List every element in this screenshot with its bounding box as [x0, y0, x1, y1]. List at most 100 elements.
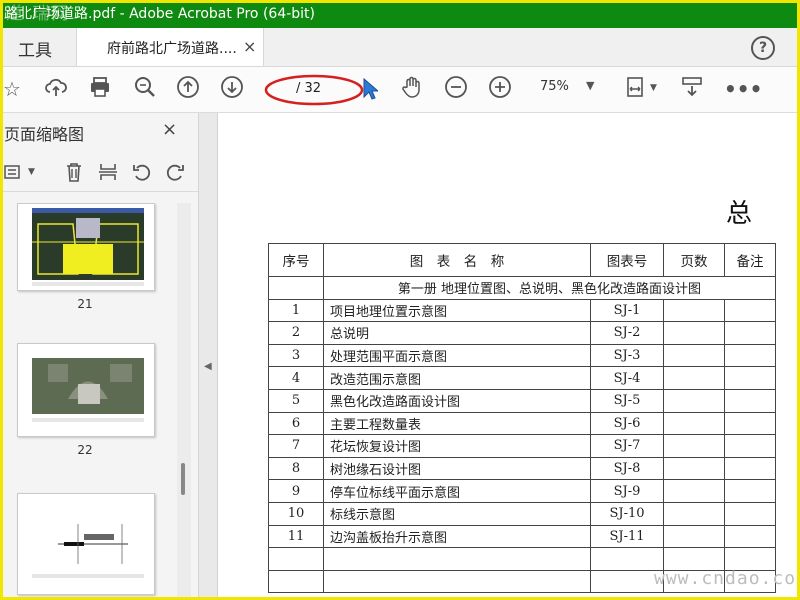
page-number-22: 22 — [77, 443, 93, 457]
header-number: 序号 — [268, 243, 324, 277]
row-remarks — [724, 479, 776, 503]
delete-page-icon[interactable] — [62, 161, 86, 185]
row-number: 10 — [268, 501, 324, 526]
help-icon[interactable]: ? — [751, 36, 775, 60]
fit-dropdown-icon[interactable]: ▼ — [650, 83, 657, 93]
options-dropdown-icon[interactable]: ▼ — [28, 167, 35, 177]
rotate-left-icon[interactable] — [130, 161, 154, 185]
more-tools-icon[interactable]: ••• — [724, 75, 762, 103]
table-row: 2 总说明 SJ-2 — [268, 321, 776, 345]
row-code: SJ-4 — [590, 366, 664, 390]
table-row: 11 边沟盖板抬升示意图 SJ-11 — [268, 524, 776, 549]
row-pages — [663, 479, 725, 503]
row-pages — [663, 366, 725, 390]
row-number: 5 — [268, 388, 324, 413]
row-name: 处理范围平面示意图 — [323, 343, 591, 368]
thumbnail-list: 21 22 — [0, 203, 172, 600]
table-header-row: 序号 图 表 名 称 图表号 页数 备注 — [268, 243, 776, 277]
section-row: 第一册 地理位置图、总说明、黑色化改造路面设计图 — [268, 276, 776, 300]
page-thumbnail-22[interactable] — [17, 343, 155, 437]
row-pages — [663, 343, 725, 368]
panel-splitter[interactable]: ◀ — [199, 113, 218, 600]
row-code: SJ-5 — [590, 388, 664, 413]
next-page-icon[interactable] — [218, 75, 246, 103]
zoom-in-icon[interactable] — [486, 75, 514, 103]
row-code: SJ-2 — [590, 321, 664, 345]
page-thumbnail-23[interactable] — [17, 493, 155, 595]
row-number: 6 — [268, 411, 324, 436]
close-panel-icon[interactable]: × — [162, 119, 177, 140]
search-icon[interactable] — [131, 75, 159, 103]
row-number: 7 — [268, 434, 324, 458]
title-bar: 路北广场道路.pdf - Adobe Acrobat Pro (64-bit) … — [0, 0, 800, 28]
previous-page-icon[interactable] — [174, 75, 202, 103]
row-name: 黑色化改造路面设计图 — [323, 388, 591, 413]
row-code: SJ-1 — [590, 298, 664, 323]
hand-tool-icon[interactable] — [398, 75, 426, 103]
empty-table-row — [268, 547, 776, 571]
table-row: 1 项目地理位置示意图 SJ-1 — [268, 298, 776, 323]
scrollbar-thumb[interactable] — [181, 463, 185, 495]
document-tab-label: 府前路北广场道路.... — [107, 41, 237, 57]
row-code: SJ-8 — [590, 456, 664, 481]
zoom-out-icon[interactable] — [442, 75, 470, 103]
collapse-panel-icon[interactable]: ◀ — [204, 361, 212, 372]
table-row: 7 花坛恢复设计图 SJ-7 — [268, 434, 776, 458]
document-heading: 总 — [726, 199, 753, 229]
row-name: 树池缘石设计图 — [323, 456, 591, 481]
page-number-21: 21 — [77, 297, 93, 311]
row-code: SJ-3 — [590, 343, 664, 368]
table-row: 8 树池缘石设计图 SJ-8 — [268, 456, 776, 481]
row-remarks — [724, 366, 776, 390]
row-remarks — [724, 434, 776, 458]
row-pages — [663, 298, 725, 323]
table-row: 10 标线示意图 SJ-10 — [268, 501, 776, 526]
document-tab[interactable]: 府前路北广场道路.... × — [76, 28, 264, 66]
rotate-right-icon[interactable] — [163, 161, 187, 185]
table-row: 9 停车位标线平面示意图 SJ-9 — [268, 479, 776, 503]
table-row: 5 黑色化改造路面设计图 SJ-5 — [268, 388, 776, 413]
thumbnail-options-icon[interactable] — [2, 161, 26, 185]
row-number: 4 — [268, 366, 324, 390]
fit-page-icon[interactable] — [622, 75, 650, 103]
row-code: SJ-7 — [590, 434, 664, 458]
row-pages — [663, 434, 725, 458]
print-icon[interactable] — [86, 75, 114, 103]
row-code: SJ-10 — [590, 501, 664, 526]
row-name: 标线示意图 — [323, 501, 591, 526]
row-name: 项目地理位置示意图 — [323, 298, 591, 323]
table-row: 6 主要工程数量表 SJ-6 — [268, 411, 776, 436]
cloud-upload-icon[interactable] — [42, 75, 70, 103]
document-view[interactable]: 总 序号 图 表 名 称 图表号 页数 备注 第一册 地理位置图、总说明、黑色化… — [218, 113, 800, 600]
row-number: 3 — [268, 343, 324, 368]
row-code: SJ-11 — [590, 524, 664, 549]
row-remarks — [724, 411, 776, 436]
thumbnail-panel-title: 页面缩略图 — [4, 125, 85, 144]
row-pages — [663, 411, 725, 436]
table-row: 3 处理范围平面示意图 SJ-3 — [268, 343, 776, 368]
row-pages — [663, 321, 725, 345]
row-number: 11 — [268, 524, 324, 549]
row-remarks — [724, 343, 776, 368]
drawing-index-table: 序号 图 表 名 称 图表号 页数 备注 第一册 地理位置图、总说明、黑色化改造… — [268, 243, 776, 594]
row-pages — [663, 388, 725, 413]
zoom-level[interactable]: 75% — [540, 79, 569, 94]
row-remarks — [724, 456, 776, 481]
tab-bar: 工具 府前路北广场道路.... × ? — [0, 28, 800, 67]
page-thumbnail-21[interactable] — [17, 203, 155, 291]
row-number: 9 — [268, 479, 324, 503]
star-icon[interactable]: ☆ — [0, 75, 26, 103]
row-pages — [663, 501, 725, 526]
mouse-cursor-icon — [363, 77, 378, 100]
row-code: SJ-6 — [590, 411, 664, 436]
insert-page-icon[interactable] — [96, 161, 120, 185]
row-name: 主要工程数量表 — [323, 411, 591, 436]
header-pages: 页数 — [663, 243, 725, 277]
close-tab-icon[interactable]: × — [243, 37, 256, 56]
scroll-mode-icon[interactable] — [678, 75, 706, 103]
thumbnail-scrollbar[interactable] — [177, 203, 191, 600]
row-remarks — [724, 321, 776, 345]
tools-tab[interactable]: 工具 — [18, 36, 52, 61]
zoom-dropdown-icon[interactable]: ▼ — [586, 79, 594, 92]
table-row: 4 改造范围示意图 SJ-4 — [268, 366, 776, 390]
